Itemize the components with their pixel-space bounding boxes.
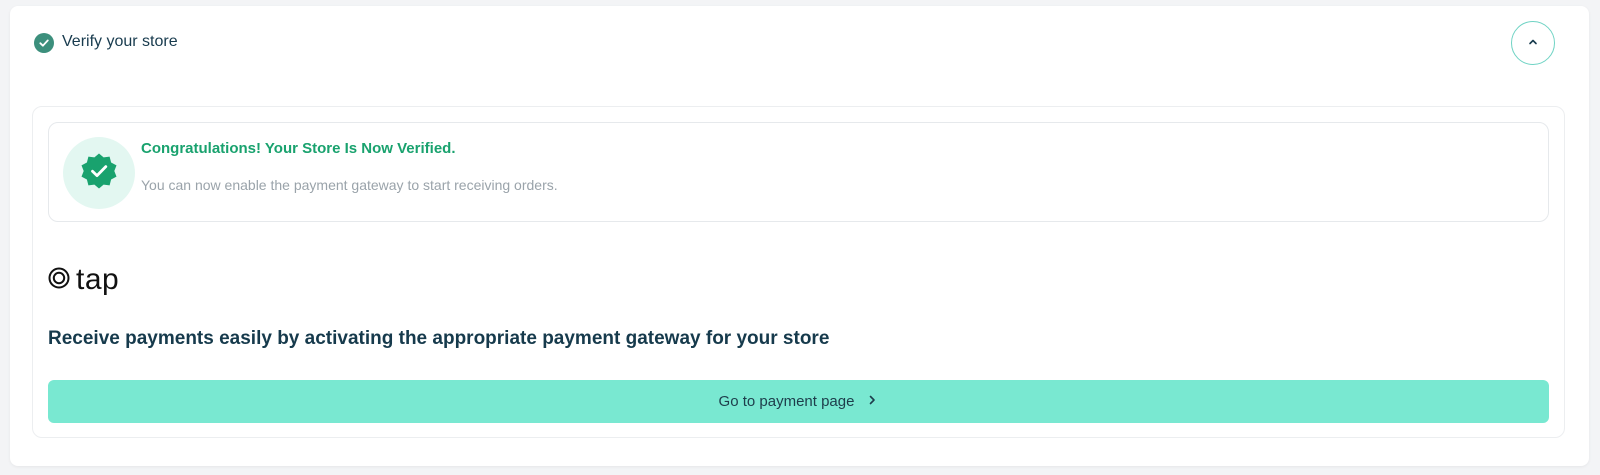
gateway-headline: Receive payments easily by activating th… [48,328,830,349]
chevron-up-icon [1527,36,1539,51]
check-circle-icon [34,33,54,53]
header-title: Verify your store [62,33,178,50]
collapse-button[interactable] [1511,21,1555,65]
verification-panel: Congratulations! Your Store Is Now Verif… [32,106,1565,438]
card-header[interactable]: Verify your store [10,6,1589,80]
notice-title: Congratulations! Your Store Is Now Verif… [141,140,456,157]
tap-logo: tap [48,263,119,297]
verified-notice: Congratulations! Your Store Is Now Verif… [48,122,1549,222]
tap-logo-icon [48,267,70,294]
verify-store-card: Verify your store Congratulations! Your … [10,6,1589,466]
chevron-right-icon [866,393,878,410]
go-to-payment-label: Go to payment page [718,392,855,410]
go-to-payment-button[interactable]: Go to payment page [48,380,1549,423]
tap-logo-text: tap [76,263,120,296]
notice-text: You can now enable the payment gateway t… [141,177,558,193]
verified-badge [63,137,135,209]
verified-badge-icon [80,152,118,195]
